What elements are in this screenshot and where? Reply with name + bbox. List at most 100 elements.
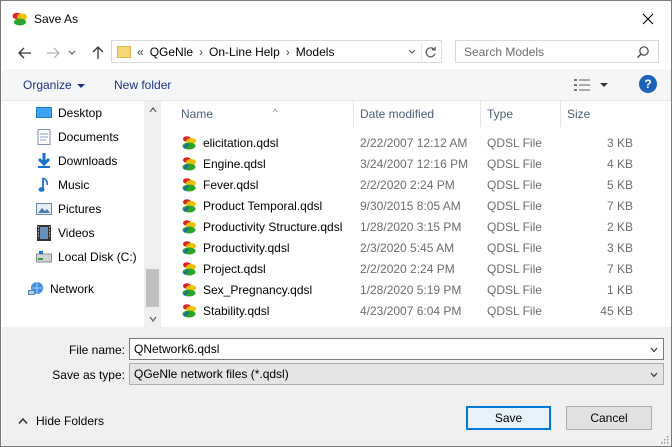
column-header-name[interactable]: ^ Name <box>175 101 354 127</box>
chevron-down-icon <box>149 316 156 322</box>
table-row[interactable]: elicitation.qdsl 2/22/2007 12:12 AM QDSL F… <box>175 132 659 153</box>
sidebar-item-label: Local Disk (C:) <box>58 250 137 264</box>
breadcrumb-online-help[interactable]: On-Line Help <box>209 45 280 59</box>
sidebar-item-label: Music <box>58 178 90 192</box>
resize-grip-icon[interactable] <box>659 434 669 444</box>
hide-folders-button[interactable]: Hide Folders <box>18 414 104 428</box>
column-date-label: Date modified <box>360 107 435 121</box>
file-name: Fever.qdsl <box>203 178 259 192</box>
file-type: QDSL File <box>487 220 542 234</box>
path-overflow[interactable]: « <box>137 45 144 59</box>
save-type-label: Save as type: <box>52 368 125 382</box>
file-date: 2/2/2020 2:24 PM <box>360 262 455 276</box>
qdsl-file-icon <box>182 157 196 171</box>
view-options-icon[interactable] <box>574 78 590 92</box>
window-title: Save As <box>34 12 79 26</box>
qdsl-file-icon <box>182 178 196 192</box>
arrow-up-icon <box>92 46 104 59</box>
sidebar-item-music[interactable]: Music <box>36 175 89 195</box>
cancel-button[interactable]: Cancel <box>566 406 652 430</box>
file-size: 4 KB <box>606 157 633 171</box>
save-button[interactable]: Save <box>466 406 551 430</box>
file-name: elicitation.qdsl <box>203 136 279 150</box>
column-header-date[interactable]: Date modified <box>354 101 481 127</box>
network-icon <box>28 282 43 295</box>
breadcrumb-qgenie[interactable]: QGeNle <box>150 45 193 59</box>
file-size: 1 KB <box>606 283 633 297</box>
recent-locations-button[interactable] <box>66 43 78 63</box>
qdsl-file-icon <box>182 241 196 255</box>
sidebar-item-network[interactable]: Network <box>28 279 94 299</box>
file-type: QDSL File <box>487 283 542 297</box>
table-row[interactable]: Fever.qdsl 2/2/2020 2:24 PM QDSL File 5 KB <box>175 174 659 195</box>
save-options-panel: File name: QNetwork6.qdsl Save as type: … <box>2 327 671 446</box>
table-row[interactable]: Sex_Pregnancy.qdsl 1/28/2020 5:19 PM QDSL … <box>175 279 659 300</box>
search-placeholder: Search Models <box>464 45 545 59</box>
file-type: QDSL File <box>487 199 542 213</box>
organize-label: Organize <box>23 78 72 92</box>
table-row[interactable]: Engine.qdsl 3/24/2007 12:16 PM QDSL File 4 … <box>175 153 659 174</box>
back-button[interactable] <box>15 43 35 63</box>
column-header-size[interactable]: Size <box>561 101 653 127</box>
file-date: 9/30/2015 8:05 AM <box>360 199 461 213</box>
column-headers: ^ Name Date modified Type Size <box>163 101 671 127</box>
help-button[interactable]: ? <box>639 75 657 93</box>
qdsl-file-icon <box>182 199 196 213</box>
chevron-right-icon[interactable]: › <box>199 45 203 59</box>
sidebar-item-desktop[interactable]: Desktop <box>36 103 102 123</box>
chevron-right-icon[interactable]: › <box>286 45 290 59</box>
forward-button[interactable] <box>43 43 63 63</box>
file-date: 2/2/2020 2:24 PM <box>360 178 455 192</box>
table-row[interactable]: Productivity Structure.qdsl 1/28/2020 3:1… <box>175 216 659 237</box>
address-dropdown-button[interactable] <box>405 45 419 59</box>
save-type-select[interactable]: QGeNle network files (*.qdsl) <box>129 363 664 385</box>
file-size: 3 KB <box>606 136 633 150</box>
file-size: 5 KB <box>606 178 633 192</box>
music-icon <box>38 177 48 192</box>
table-row[interactable]: Product Temporal.qdsl 9/30/2015 8:05 AM QD… <box>175 195 659 216</box>
column-name-label: Name <box>181 107 214 121</box>
chevron-down-icon[interactable] <box>650 346 658 354</box>
pictures-icon <box>36 203 52 215</box>
address-bar[interactable]: « QGeNle › On-Line Help › Models <box>111 40 442 63</box>
organize-button[interactable]: Organize <box>23 78 85 92</box>
close-button[interactable] <box>625 1 671 37</box>
sort-ascending-icon: ^ <box>273 107 278 117</box>
file-size: 3 KB <box>606 241 633 255</box>
breadcrumb-models[interactable]: Models <box>296 45 335 59</box>
up-button[interactable] <box>88 43 108 63</box>
scroll-up-button[interactable] <box>144 101 161 118</box>
file-type: QDSL File <box>487 157 542 171</box>
save-as-dialog: Save As « QGeNle › On-Line Help › Models… <box>0 0 672 447</box>
documents-icon <box>37 129 51 145</box>
sidebar-item-videos[interactable]: Videos <box>36 223 94 243</box>
arrow-right-icon <box>47 47 60 59</box>
file-name: Productivity.qdsl <box>203 241 290 255</box>
file-type: QDSL File <box>487 178 542 192</box>
view-menu-caret-icon[interactable] <box>600 83 608 87</box>
file-size: 7 KB <box>606 262 633 276</box>
scroll-down-button[interactable] <box>144 310 161 327</box>
file-name: Sex_Pregnancy.qdsl <box>203 283 313 297</box>
qdsl-file-icon <box>182 220 196 234</box>
column-type-label: Type <box>487 107 514 121</box>
sidebar-item-documents[interactable]: Documents <box>36 127 119 147</box>
chevron-down-icon[interactable] <box>650 371 658 379</box>
file-size: 2 KB <box>606 220 633 234</box>
column-header-type[interactable]: Type <box>481 101 561 127</box>
table-row[interactable]: Productivity.qdsl 2/3/2020 5:45 AM QDSL Fi… <box>175 237 659 258</box>
table-row[interactable]: Project.qdsl 2/2/2020 2:24 PM QDSL File 7 K… <box>175 258 659 279</box>
search-input[interactable]: Search Models <box>455 40 659 63</box>
sidebar-item-pictures[interactable]: Pictures <box>36 199 101 219</box>
scroll-thumb[interactable] <box>146 269 159 307</box>
close-icon <box>642 13 654 25</box>
new-folder-button[interactable]: New folder <box>114 78 171 92</box>
sidebar-item-local-disk[interactable]: Local Disk (C:) <box>36 247 137 267</box>
navigation-scrollbar[interactable] <box>144 101 161 327</box>
file-name-input[interactable]: QNetwork6.qdsl <box>129 338 664 360</box>
file-type: QDSL File <box>487 304 542 318</box>
table-row[interactable]: Stability.qdsl 4/23/2007 6:04 PM QDSL File… <box>175 300 659 321</box>
qdsl-file-icon <box>182 262 196 276</box>
sidebar-item-downloads[interactable]: Downloads <box>36 151 117 171</box>
refresh-button[interactable] <box>421 43 439 61</box>
